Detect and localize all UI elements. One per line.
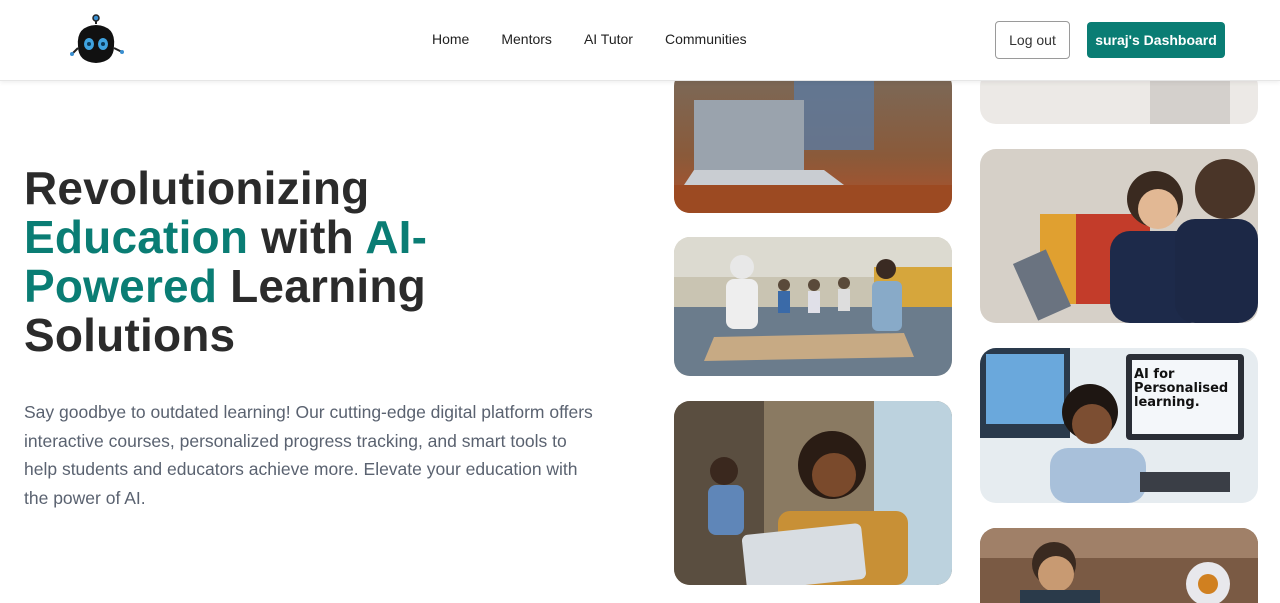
gallery-image-students-tablet xyxy=(980,149,1258,323)
dashboard-button[interactable]: suraj's Dashboard xyxy=(1087,22,1225,58)
site-header: Home Mentors AI Tutor Communities Log ou… xyxy=(0,0,1280,81)
nav-mentors[interactable]: Mentors xyxy=(501,31,552,47)
hero-title-part3: Learning xyxy=(217,260,426,312)
nav-communities[interactable]: Communities xyxy=(665,31,747,47)
gallery-image-mentor-robot xyxy=(980,528,1258,603)
hero-title-part1: Revolutionizing xyxy=(24,162,370,214)
hero-title-part4: Solutions xyxy=(24,309,236,361)
hero-description: Say goodbye to outdated learning! Our cu… xyxy=(24,402,593,508)
hero-title: Revolutionizing Education with AI- Power… xyxy=(24,164,644,360)
gallery-image-laptop xyxy=(674,70,952,213)
logout-button[interactable]: Log out xyxy=(995,21,1070,59)
gallery-image-girl-tablet xyxy=(674,401,952,585)
nav-home[interactable]: Home xyxy=(432,31,469,47)
hero-title-accent-powered: Powered xyxy=(24,260,218,312)
robot-logo-icon[interactable] xyxy=(70,14,124,66)
gallery-image-ai-personalised: AI for Personalised learning. xyxy=(980,348,1258,503)
hero-title-part2: with xyxy=(248,211,366,263)
gallery-image-robot-classroom xyxy=(674,237,952,376)
hero-title-accent-ai: AI- xyxy=(365,211,428,263)
nav-ai-tutor[interactable]: AI Tutor xyxy=(584,31,633,47)
main-nav: Home Mentors AI Tutor Communities xyxy=(432,31,779,47)
monitor-caption: AI for Personalised learning. xyxy=(1134,367,1229,410)
hero-title-accent-education: Education xyxy=(24,211,249,263)
